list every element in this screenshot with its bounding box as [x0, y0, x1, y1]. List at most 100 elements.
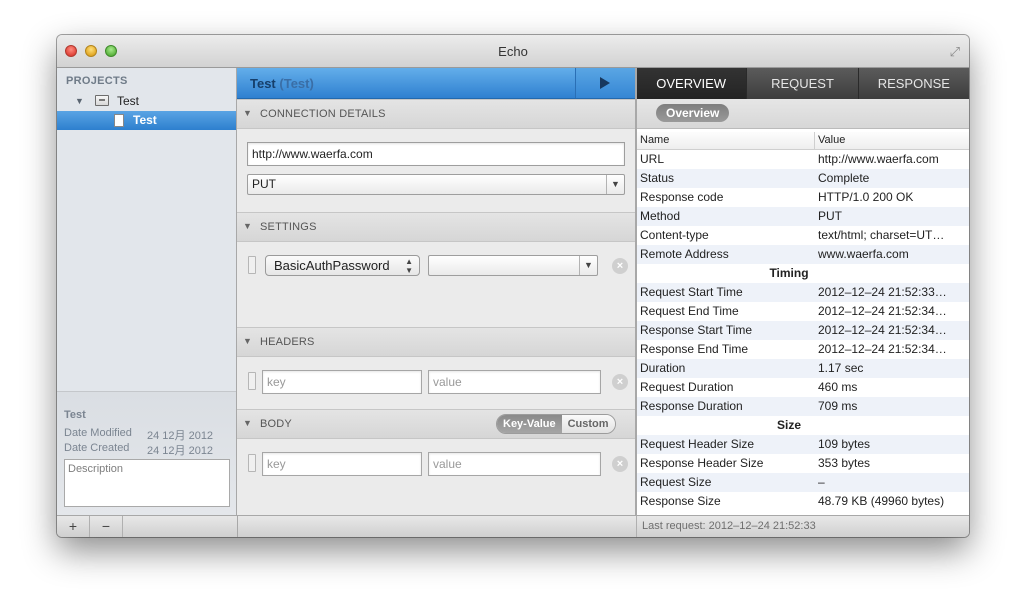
- header-value-input[interactable]: value: [428, 370, 601, 394]
- cell-value: 2012–12–24 21:52:34…: [818, 323, 947, 337]
- mode-key-value-button[interactable]: Key-Value: [497, 415, 562, 433]
- cell-name: Response Header Size: [640, 456, 764, 470]
- app-window: Echo ⤢ PROJECTS ▼ Test Test Test Date Mo…: [57, 35, 969, 537]
- cell-value: 2012–12–24 21:52:33…: [818, 285, 947, 299]
- settings-header[interactable]: ▼ SETTINGS: [237, 212, 635, 242]
- result-tabs: OVERVIEW REQUEST RESPONSE: [636, 68, 969, 99]
- bottom-bar: + − Last request: 2012–12–24 21:52:33: [57, 515, 969, 537]
- projects-header: PROJECTS: [66, 75, 128, 87]
- body-value-input[interactable]: value: [428, 452, 601, 476]
- request-name: Test: [250, 76, 276, 91]
- overview-pill-button[interactable]: Overview: [656, 104, 730, 122]
- table-group-row[interactable]: Timing: [636, 264, 969, 283]
- date-modified-value: 24 12月 2012: [147, 430, 214, 442]
- tab-overview[interactable]: OVERVIEW: [636, 68, 747, 99]
- table-row[interactable]: Request Start Time 2012–12–24 21:52:33…: [636, 283, 969, 302]
- collapse-triangle-icon[interactable]: ▼: [243, 221, 252, 231]
- cell-name: Response Duration: [640, 399, 743, 413]
- mode-custom-button[interactable]: Custom: [561, 415, 615, 433]
- headers-header[interactable]: ▼ HEADERS: [237, 327, 635, 357]
- sidebar-item-project[interactable]: ▼ Test: [57, 92, 236, 111]
- tab-response[interactable]: RESPONSE: [857, 68, 969, 99]
- connection-details-header[interactable]: ▼ CONNECTION DETAILS: [237, 99, 635, 129]
- cell-name: Request Size: [640, 475, 712, 489]
- body-mode-segmented-control[interactable]: Key-Value Custom: [496, 414, 616, 434]
- method-select[interactable]: PUT ▼: [247, 174, 625, 195]
- fullscreen-icon[interactable]: ⤢: [950, 44, 960, 60]
- bottom-divider: [237, 516, 238, 537]
- projects-sidebar: PROJECTS ▼ Test Test Test Date Modified …: [57, 68, 237, 515]
- setting-name-popup[interactable]: BasicAuthPassword ▲ ▼: [265, 255, 420, 276]
- body-key-input[interactable]: key: [262, 452, 422, 476]
- date-modified-label: Date Modified: [64, 427, 132, 439]
- table-row[interactable]: Response End Time 2012–12–24 21:52:34…: [636, 340, 969, 359]
- info-title: Test: [64, 409, 86, 421]
- request-editor: Test (Test) ▼ CONNECTION DETAILS http://…: [237, 68, 636, 515]
- body-enabled-checkbox[interactable]: [248, 454, 256, 472]
- table-row[interactable]: Response code HTTP/1.0 200 OK: [636, 188, 969, 207]
- cell-name: Request End Time: [640, 304, 739, 318]
- project-folder-icon: [95, 95, 109, 106]
- request-label: Test: [133, 113, 157, 127]
- table-row[interactable]: Request Header Size 109 bytes: [636, 435, 969, 454]
- table-row[interactable]: Duration 1.17 sec: [636, 359, 969, 378]
- setting-value-select[interactable]: ▼: [428, 255, 598, 276]
- remove-header-button[interactable]: ×: [612, 374, 628, 390]
- disclosure-triangle-icon[interactable]: ▼: [75, 92, 84, 111]
- description-field[interactable]: Description: [64, 459, 230, 507]
- table-row[interactable]: Request End Time 2012–12–24 21:52:34…: [636, 302, 969, 321]
- request-title: Test (Test): [250, 76, 314, 91]
- table-row[interactable]: Response Size 48.79 KB (49960 bytes): [636, 492, 969, 511]
- cell-value: –: [818, 475, 825, 489]
- overview-subbar: Overview: [636, 99, 969, 129]
- remove-item-button[interactable]: −: [90, 516, 123, 537]
- add-item-button[interactable]: +: [57, 516, 90, 537]
- column-header-value[interactable]: Value: [818, 134, 845, 146]
- cell-name: Response Start Time: [640, 323, 753, 337]
- table-row[interactable]: Request Duration 460 ms: [636, 378, 969, 397]
- table-row[interactable]: Response Header Size 353 bytes: [636, 454, 969, 473]
- table-row[interactable]: Response Start Time 2012–12–24 21:52:34…: [636, 321, 969, 340]
- collapse-triangle-icon[interactable]: ▼: [243, 108, 252, 118]
- request-header: Test (Test): [237, 68, 635, 99]
- chevron-down-icon: ▼: [606, 175, 624, 194]
- collapse-triangle-icon[interactable]: ▼: [243, 336, 252, 346]
- panel-divider[interactable]: [636, 68, 637, 515]
- overview-table: URL http://www.waerfa.com Status Complete Re…: [636, 150, 969, 511]
- request-project: (Test): [279, 76, 314, 91]
- table-row[interactable]: Request Size –: [636, 473, 969, 492]
- cell-name: URL: [640, 152, 665, 166]
- url-input[interactable]: http://www.waerfa.com: [247, 142, 625, 166]
- collapse-triangle-icon[interactable]: ▼: [243, 418, 252, 428]
- cell-value: http://www.waerfa.com: [818, 152, 939, 166]
- settings-title: SETTINGS: [260, 221, 317, 233]
- cell-name: Remote Address: [640, 247, 729, 261]
- last-request-status: Last request: 2012–12–24 21:52:33: [642, 520, 816, 532]
- table-header: Name Value: [636, 132, 969, 150]
- table-row[interactable]: Status Complete: [636, 169, 969, 188]
- column-divider[interactable]: [814, 132, 815, 149]
- body-header[interactable]: ▼ BODY Key-Value Custom: [237, 409, 635, 439]
- group-title: Size: [776, 418, 801, 432]
- tab-request[interactable]: REQUEST: [746, 68, 857, 99]
- header-key-input[interactable]: key: [262, 370, 422, 394]
- column-header-name[interactable]: Name: [640, 134, 669, 146]
- table-row[interactable]: URL http://www.waerfa.com: [636, 150, 969, 169]
- bottom-divider: [636, 516, 637, 537]
- table-row[interactable]: Remote Address www.waerfa.com: [636, 245, 969, 264]
- connection-details-title: CONNECTION DETAILS: [260, 108, 386, 120]
- table-row[interactable]: Response Duration 709 ms: [636, 397, 969, 416]
- group-title: Timing: [769, 266, 809, 280]
- remove-setting-button[interactable]: ×: [612, 258, 628, 274]
- remove-body-button[interactable]: ×: [612, 456, 628, 472]
- table-group-row[interactable]: Size: [636, 416, 969, 435]
- chevron-down-icon: ▼: [579, 256, 597, 275]
- cell-value: 2012–12–24 21:52:34…: [818, 342, 947, 356]
- setting-enabled-checkbox[interactable]: [248, 256, 256, 274]
- run-request-button[interactable]: [575, 68, 635, 98]
- header-enabled-checkbox[interactable]: [248, 372, 256, 390]
- cell-value: 709 ms: [818, 399, 858, 413]
- table-row[interactable]: Content-type text/html; charset=UT…: [636, 226, 969, 245]
- table-row[interactable]: Method PUT: [636, 207, 969, 226]
- sidebar-item-request[interactable]: Test: [57, 111, 236, 130]
